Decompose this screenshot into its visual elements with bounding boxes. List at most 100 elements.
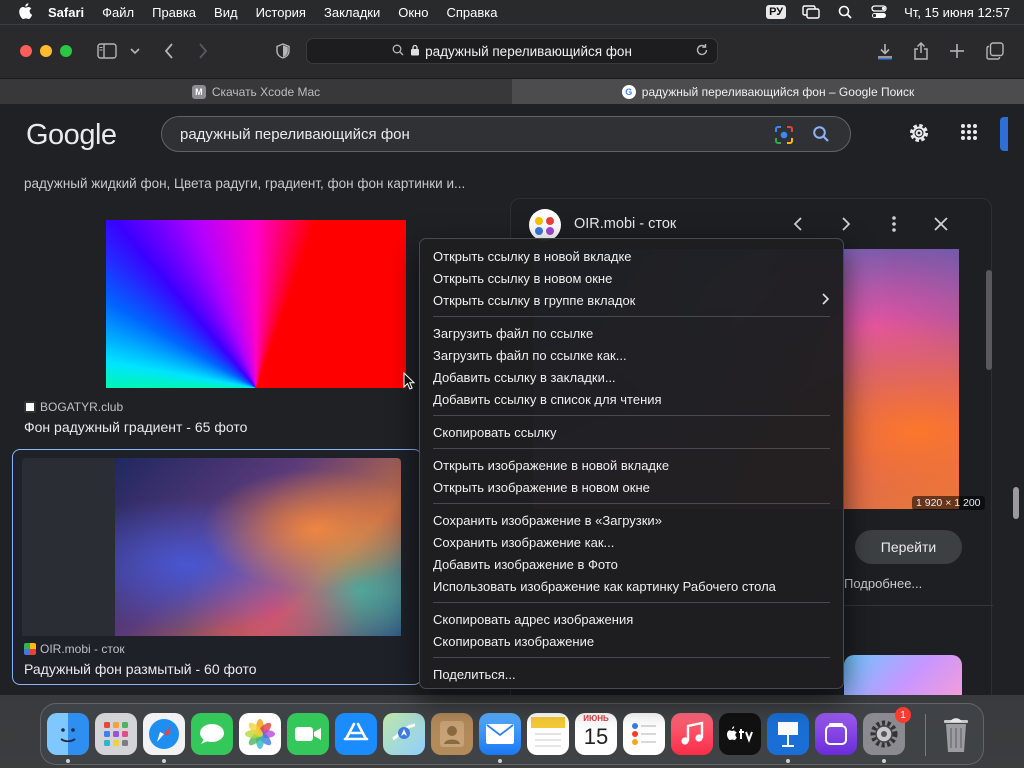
close-icon[interactable] bbox=[929, 212, 953, 236]
result-title[interactable]: Радужный фон размытый - 60 фото bbox=[24, 661, 257, 677]
menu-item-share[interactable]: Поделиться... bbox=[420, 663, 843, 685]
calendar-icon[interactable]: ИЮНЬ 15 bbox=[575, 713, 617, 755]
input-source-indicator[interactable]: РУ bbox=[766, 5, 787, 19]
tab-overview-icon[interactable] bbox=[984, 41, 1006, 61]
google-lens-icon[interactable] bbox=[774, 125, 794, 149]
music-icon[interactable] bbox=[671, 713, 713, 755]
menu-item-open-link-new-tab[interactable]: Открыть ссылку в новой вкладке bbox=[420, 245, 843, 267]
share-icon[interactable] bbox=[910, 41, 932, 61]
result-source[interactable]: BOGATYR.club bbox=[24, 400, 123, 414]
spotlight-search-icon[interactable] bbox=[836, 5, 854, 19]
apple-tv-icon[interactable] bbox=[719, 713, 761, 755]
gear-icon[interactable] bbox=[908, 122, 930, 149]
menu-item-save-image-as[interactable]: Сохранить изображение как... bbox=[420, 531, 843, 553]
menu-history[interactable]: История bbox=[256, 5, 306, 20]
panel-source-name[interactable]: OIR.mobi - сток bbox=[574, 216, 676, 232]
menu-separator bbox=[433, 316, 830, 317]
reload-icon[interactable] bbox=[695, 43, 709, 60]
screen-mirroring-icon[interactable] bbox=[802, 5, 820, 19]
privacy-shield-icon[interactable] bbox=[272, 41, 294, 61]
menu-separator bbox=[433, 503, 830, 504]
image-dimensions: 1 920 × 1 200 bbox=[912, 496, 985, 510]
chevron-down-icon[interactable] bbox=[124, 41, 146, 61]
result-card-selected[interactable]: OIR.mobi - сток Радужный фон размытый - … bbox=[12, 449, 422, 685]
contacts-icon[interactable] bbox=[431, 713, 473, 755]
search-icon[interactable] bbox=[812, 125, 830, 147]
system-settings-icon[interactable]: 1 bbox=[863, 707, 911, 755]
account-avatar[interactable] bbox=[1000, 117, 1008, 151]
maps-icon[interactable] bbox=[383, 713, 425, 755]
keynote-icon[interactable] bbox=[767, 713, 809, 755]
back-icon[interactable] bbox=[158, 41, 180, 61]
menu-item-copy-image-address[interactable]: Скопировать адрес изображения bbox=[420, 608, 843, 630]
new-tab-icon[interactable] bbox=[946, 41, 968, 61]
menu-item-add-link-reading-list[interactable]: Добавить ссылку в список для чтения bbox=[420, 388, 843, 410]
zoom-window-button[interactable] bbox=[60, 45, 72, 57]
downloads-icon[interactable] bbox=[874, 41, 896, 61]
menu-app-name[interactable]: Safari bbox=[48, 5, 84, 20]
search-input[interactable]: радужный переливающийся фон bbox=[161, 116, 851, 152]
podcasts-icon[interactable] bbox=[815, 713, 857, 755]
launchpad-icon[interactable] bbox=[95, 713, 137, 755]
menu-item-add-link-bookmarks[interactable]: Добавить ссылку в закладки... bbox=[420, 366, 843, 388]
close-window-button[interactable] bbox=[20, 45, 32, 57]
more-link[interactable]: Подробнее... bbox=[844, 576, 922, 591]
menu-item-use-image-desktop[interactable]: Использовать изображение как картинку Ра… bbox=[420, 575, 843, 597]
goto-button[interactable]: Перейти bbox=[855, 530, 962, 564]
menu-item-add-image-photos[interactable]: Добавить изображение в Фото bbox=[420, 553, 843, 575]
result-source[interactable]: OIR.mobi - сток bbox=[24, 642, 125, 656]
photos-icon[interactable] bbox=[239, 713, 281, 755]
result-title[interactable]: Фон радужный градиент - 65 фото bbox=[24, 419, 247, 435]
menu-item-open-link-tab-group[interactable]: Открыть ссылку в группе вкладок bbox=[420, 289, 843, 311]
address-bar[interactable]: радужный переливающийся фон bbox=[306, 38, 718, 64]
menu-item-save-image-downloads[interactable]: Сохранить изображение в «Загрузки» bbox=[420, 509, 843, 531]
more-options-icon[interactable] bbox=[882, 212, 906, 236]
menu-file[interactable]: Файл bbox=[102, 5, 134, 20]
notes-icon[interactable] bbox=[527, 713, 569, 755]
menu-item-open-link-new-window[interactable]: Открыть ссылку в новом окне bbox=[420, 267, 843, 289]
apple-menu-icon[interactable] bbox=[18, 2, 34, 22]
facetime-icon[interactable] bbox=[287, 713, 329, 755]
related-image-thumbnail[interactable] bbox=[844, 655, 962, 695]
sidebar-toggle-icon[interactable] bbox=[96, 41, 118, 61]
menu-view[interactable]: Вид bbox=[214, 5, 238, 20]
mail-icon[interactable] bbox=[479, 713, 521, 755]
panel-scrollbar[interactable] bbox=[986, 270, 992, 370]
safari-toolbar: радужный переливающийся фон bbox=[0, 25, 1024, 78]
result-image-blurred[interactable] bbox=[22, 458, 401, 636]
menu-item-open-image-new-tab[interactable]: Открыть изображение в новой вкладке bbox=[420, 454, 843, 476]
page-vertical-scrollbar[interactable] bbox=[1013, 487, 1019, 519]
menu-separator bbox=[433, 657, 830, 658]
google-apps-icon[interactable] bbox=[960, 123, 978, 146]
safari-icon[interactable] bbox=[143, 713, 185, 755]
result-caption[interactable]: радужный жидкий фон, Цвета радуги, гради… bbox=[24, 176, 465, 191]
menu-help[interactable]: Справка bbox=[446, 5, 497, 20]
menu-edit[interactable]: Правка bbox=[152, 5, 196, 20]
menu-bar: Safari Файл Правка Вид История Закладки … bbox=[0, 0, 1024, 24]
menu-item-download-linked-file[interactable]: Загрузить файл по ссылке bbox=[420, 322, 843, 344]
reminders-icon[interactable] bbox=[623, 713, 665, 755]
result-image-rainbow[interactable] bbox=[106, 220, 406, 388]
menubar-clock[interactable]: Чт, 15 июня 12:57 bbox=[904, 5, 1010, 20]
menu-bookmarks[interactable]: Закладки bbox=[324, 5, 380, 20]
messages-icon[interactable] bbox=[191, 713, 233, 755]
menu-item-copy-link[interactable]: Скопировать ссылку bbox=[420, 421, 843, 443]
menu-item-download-linked-file-as[interactable]: Загрузить файл по ссылке как... bbox=[420, 344, 843, 366]
trash-icon[interactable] bbox=[935, 713, 977, 755]
forward-icon[interactable] bbox=[192, 41, 214, 61]
tab-label: радужный переливающийся фон – Google Пои… bbox=[641, 84, 915, 99]
menu-item-copy-image[interactable]: Скопировать изображение bbox=[420, 630, 843, 652]
menu-separator bbox=[433, 415, 830, 416]
previous-icon[interactable] bbox=[786, 212, 810, 236]
control-center-icon[interactable] bbox=[870, 5, 888, 19]
minimize-window-button[interactable] bbox=[40, 45, 52, 57]
menu-item-label: Открыть ссылку в группе вкладок bbox=[433, 292, 636, 308]
finder-icon[interactable] bbox=[47, 713, 89, 755]
google-logo[interactable]: Google bbox=[26, 119, 117, 152]
tab-xcode[interactable]: M Скачать Xcode Mac bbox=[0, 79, 512, 104]
next-icon[interactable] bbox=[834, 212, 858, 236]
tab-google-search[interactable]: G радужный переливающийся фон – Google П… bbox=[512, 79, 1024, 104]
menu-window[interactable]: Окно bbox=[398, 5, 428, 20]
app-store-icon[interactable] bbox=[335, 713, 377, 755]
menu-item-open-image-new-window[interactable]: Открыть изображение в новом окне bbox=[420, 476, 843, 498]
